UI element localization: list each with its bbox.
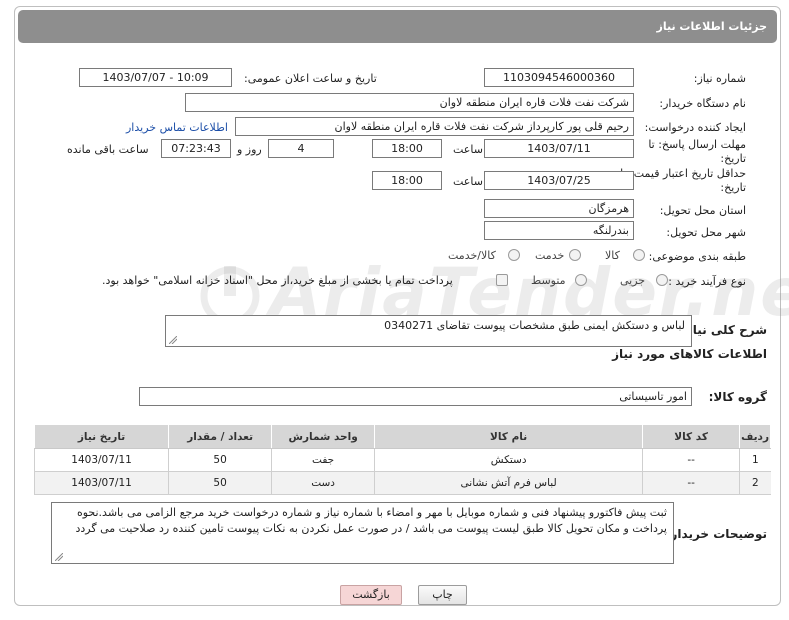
goods-group-field: امور تاسیساتی [139,387,692,406]
announce-label: تاریخ و ساعت اعلان عمومی: [244,72,377,85]
table-header-row: ردیف کد کالا نام کالا واحد شمارش تعداد /… [33,424,771,449]
description-text: لباس و دستکش ایمنی طبق مشخصات پیوست تقاض… [384,319,685,332]
col-row-number: ردیف [739,424,771,449]
process-label: نوع فرآیند خرید : [668,275,746,288]
row-number: 2 [739,471,771,495]
need-number-field: 1103094546000360 [484,68,634,87]
remaining-time-field: 07:23:43 [161,139,231,158]
province-field: هرمزگان [484,199,634,218]
row-number: 1 [739,448,771,472]
validity-time-label: ساعت [453,175,483,188]
validity-time-field: 18:00 [372,171,442,190]
goods-table: ردیف کد کالا نام کالا واحد شمارش تعداد /… [33,424,771,495]
days-field: 4 [268,139,334,158]
table-row: 2 -- لباس فرم آتش نشانی دست 50 1403/07/1… [33,471,771,495]
payment-note: پرداخت تمام یا بخشی از مبلغ خرید،از محل … [102,274,453,287]
resize-grip-icon [55,553,63,561]
col-item-name: نام کالا [374,424,644,449]
buyer-contact-link[interactable]: اطلاعات تماس خریدار [126,121,228,134]
resize-grip-icon [169,336,177,344]
item-name: دستکش [374,448,643,472]
buyer-notes-textarea[interactable]: ثبت پیش فاکتورو پیشنهاد فنی و شماره موبا… [51,502,674,564]
item-need-date: 1403/07/11 [33,448,169,472]
category-label: طبقه بندی موضوعی: [648,250,746,263]
description-label: شرح کلی نیاز: [681,323,767,337]
process-radio-minor[interactable] [656,274,668,286]
item-code: -- [642,448,740,472]
validity-date-field: 1403/07/25 [484,171,634,190]
days-label: روز و [237,143,262,156]
buyer-notes-text: ثبت پیش فاکتورو پیشنهاد فنی و شماره موبا… [75,506,667,535]
buyer-org-label: نام دستگاه خریدار: [659,97,746,110]
price-validity-label: حداقل تاریخ اعتبار قیمت: تا [620,167,746,180]
reply-time-field: 18:00 [372,139,442,158]
reply-time-label: ساعت [453,143,483,156]
category-option-service: خدمت [535,249,565,262]
item-unit: دست [271,471,375,495]
remaining-label: ساعت باقی مانده [67,143,149,156]
item-quantity: 50 [168,448,272,472]
table-row: 1 -- دستکش جفت 50 1403/07/11 [33,448,771,472]
item-code: -- [642,471,740,495]
process-option-minor: جزیی [620,274,646,287]
back-button[interactable]: بازگشت [340,585,402,605]
col-quantity: تعداد / مقدار [168,424,273,449]
goods-group-label: گروه کالا: [708,390,767,404]
category-option-goods: کالا [605,249,620,262]
need-number-label: شماره نیاز: [693,72,746,85]
item-unit: جفت [271,448,375,472]
requester-field: رحیم قلی پور کارپرداز شرکت نفت فلات قاره… [235,117,634,136]
goods-section-title: اطلاعات کالاهای مورد نیاز [612,347,767,361]
requester-label: ایجاد کننده درخواست: [644,121,746,134]
city-field: بندرلنگه [484,221,634,240]
col-unit: واحد شمارش [271,424,376,449]
process-radio-medium[interactable] [575,274,587,286]
item-quantity: 50 [168,471,272,495]
province-label: استان محل تحویل: [659,204,746,217]
reply-deadline-label: مهلت ارسال پاسخ: تا [648,138,746,151]
category-radio-goods-service[interactable] [508,249,520,261]
description-textarea[interactable]: لباس و دستکش ایمنی طبق مشخصات پیوست تقاض… [165,315,692,347]
col-item-code: کد کالا [642,424,741,449]
category-option-goods-service: کالا/خدمت [448,249,496,262]
item-need-date: 1403/07/11 [33,471,169,495]
process-option-medium: متوسط [531,274,566,287]
col-need-date: تاریخ نیاز [33,424,170,449]
reply-deadline-label-2: تاریخ: [720,152,746,165]
item-name: لباس فرم آتش نشانی [374,471,643,495]
price-validity-label-2: تاریخ: [720,181,746,194]
category-radio-service[interactable] [569,249,581,261]
treasury-payment-checkbox[interactable] [496,274,508,286]
buyer-org-field: شرکت نفت فلات قاره ایران منطقه لاوان [185,93,634,112]
buyer-notes-label: توضیحات خریدار: [665,527,767,541]
reply-date-field: 1403/07/11 [484,139,634,158]
announce-datetime-field: 1403/07/07 - 10:09 [79,68,232,87]
page-title: جزئیات اطلاعات نیاز [656,20,768,33]
city-label: شهر محل تحویل: [666,226,746,239]
category-radio-goods[interactable] [633,249,645,261]
print-button[interactable]: چاپ [418,585,467,605]
